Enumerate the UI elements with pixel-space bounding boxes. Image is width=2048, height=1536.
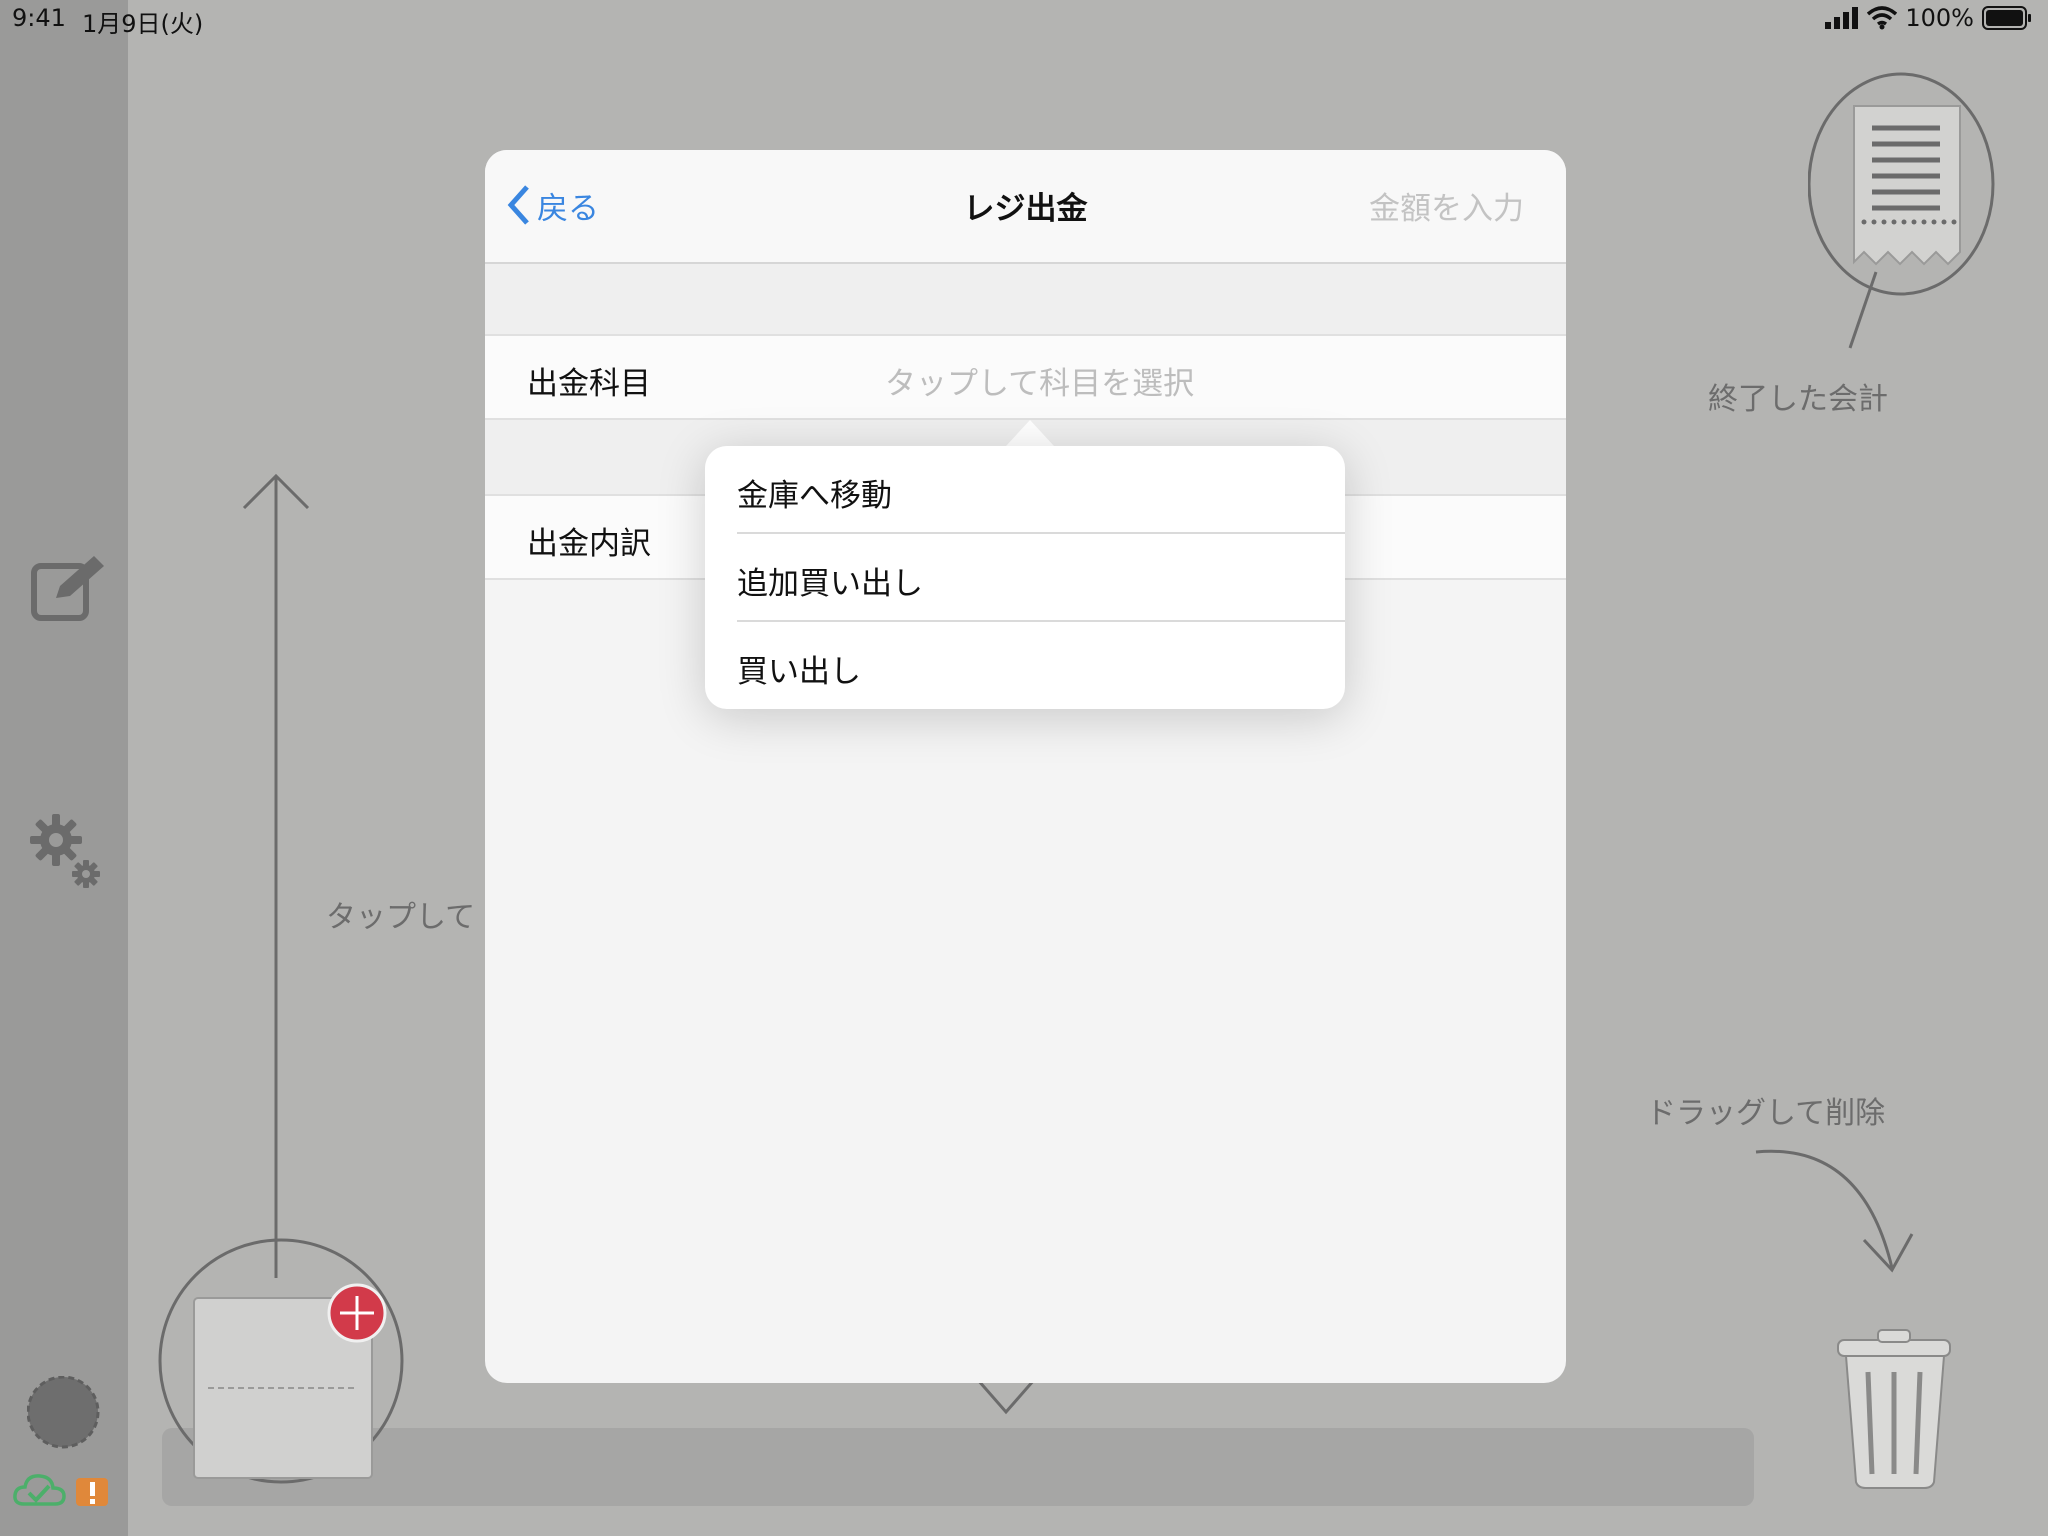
popover-item-extra-shopping[interactable]: 追加買い出し xyxy=(737,534,1345,622)
popover-item-label: 金庫へ移動 xyxy=(737,478,892,514)
withdrawal-category-label: 出金科目 xyxy=(527,366,651,402)
amount-input-button[interactable]: 金額を入力 xyxy=(1369,183,1524,228)
up-arrow-icon xyxy=(242,473,310,1278)
curved-arrow-icon xyxy=(1755,1149,1914,1273)
wifi-icon xyxy=(1867,6,1898,30)
user-avatar[interactable] xyxy=(27,1376,133,1450)
popover-item-move-to-safe[interactable]: 金庫へ移動 xyxy=(737,446,1345,534)
popover-item-label: 買い出し xyxy=(737,654,861,690)
popover-arrow xyxy=(1006,420,1054,446)
status-date: 1月9日(火) xyxy=(82,10,204,38)
new-receipt-area[interactable] xyxy=(158,1218,408,1500)
battery-icon xyxy=(1982,6,2031,30)
withdrawal-category-row[interactable]: 出金科目 タップして科目を選択 xyxy=(485,334,1566,420)
cash-withdrawal-modal: 戻る レジ出金 金額を入力 出金科目 タップして科目を選択 出金内訳 xyxy=(485,150,1566,1383)
popover-item-shopping[interactable]: 買い出し xyxy=(737,622,1345,710)
finished-label: 終了した会計 xyxy=(1708,382,1888,417)
trash-icon[interactable] xyxy=(1834,1326,1958,1490)
battery-percent: 100% xyxy=(1905,4,1974,32)
status-time: 9:41 xyxy=(12,4,66,32)
category-popover: 金庫へ移動 追加買い出し 買い出し xyxy=(705,446,1345,709)
cellular-signal-icon xyxy=(1825,7,1859,29)
drag-hint: ドラッグして削除 xyxy=(1646,1096,1886,1131)
compose-icon[interactable] xyxy=(30,552,110,624)
status-bar: 9:41 1月9日(火) 100% xyxy=(0,0,2048,38)
settings-gear-icon[interactable] xyxy=(28,812,102,890)
withdrawal-category-value: タップして科目を選択 xyxy=(885,366,1195,402)
popover-item-label: 追加買い出し xyxy=(737,566,923,602)
tap-hint: タップして xyxy=(326,900,476,935)
withdrawal-detail-label: 出金内訳 xyxy=(527,526,651,562)
status-indicators: 100% xyxy=(1825,4,2032,32)
modal-nav-bar: 戻る レジ出金 金額を入力 xyxy=(485,150,1566,264)
finished-receipts-icon[interactable] xyxy=(1808,70,1998,350)
section-gap xyxy=(485,264,1566,334)
cloud-sync-icon xyxy=(13,1474,66,1506)
add-receipt-icon[interactable] xyxy=(326,1282,388,1344)
warning-icon[interactable] xyxy=(74,1476,110,1508)
sidebar xyxy=(0,0,128,1536)
